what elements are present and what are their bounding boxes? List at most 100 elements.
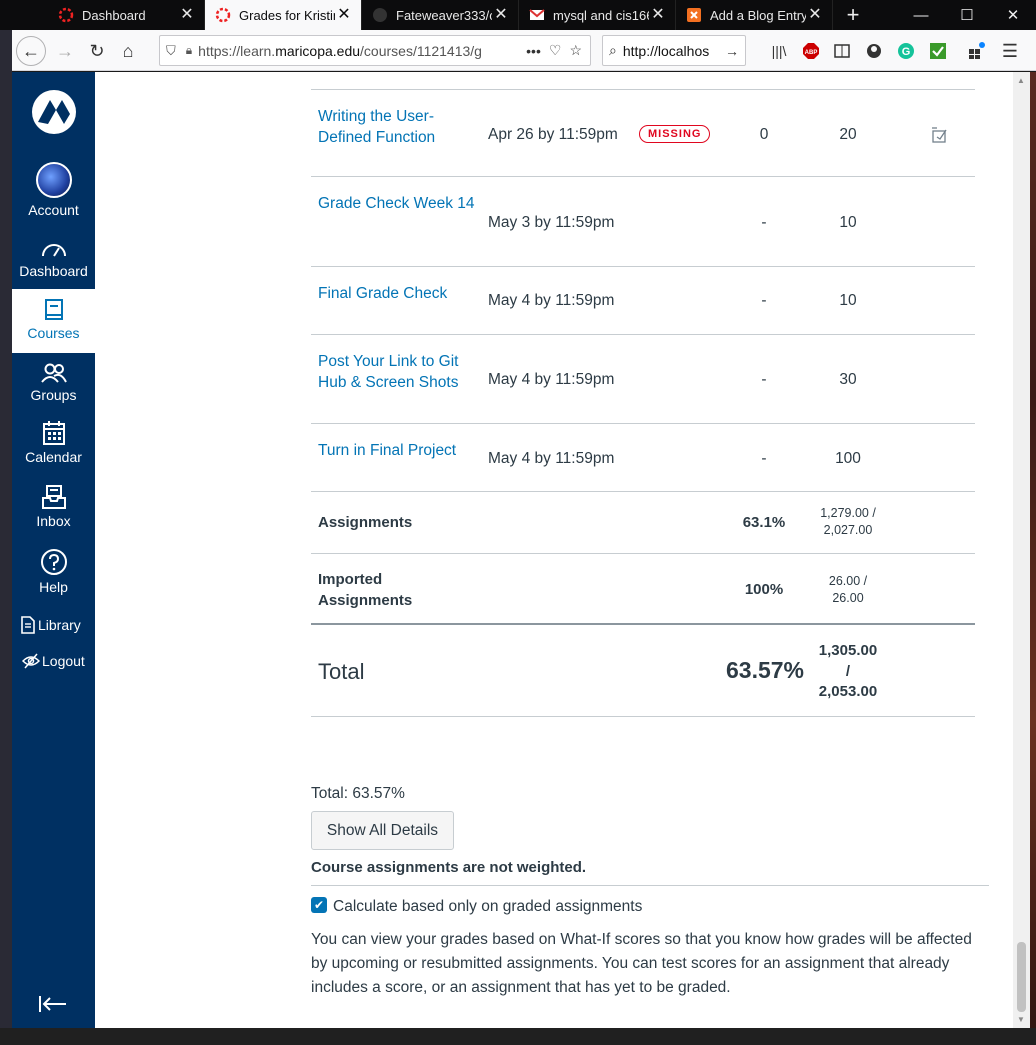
close-tab-icon[interactable]: ✕ xyxy=(335,7,353,23)
scroll-down-icon[interactable]: ▼ xyxy=(1017,1015,1025,1024)
total-points: 1,305.00 / 2,053.00 xyxy=(808,641,888,703)
browser-nav-bar: ← → ↻ ⌂ ⛉ 🔒︎ https://learn.maricopa.edu/… xyxy=(12,30,1036,71)
score[interactable]: - xyxy=(754,292,774,310)
nav-courses-label: Courses xyxy=(27,325,80,341)
assignment-link[interactable]: Writing the User-Defined Function xyxy=(318,106,478,148)
canvas-logo-icon xyxy=(58,7,74,23)
score[interactable]: - xyxy=(754,450,774,468)
tab-gmail[interactable]: mysql and cis166 ✕ xyxy=(519,0,676,30)
checkmark-extension-icon[interactable] xyxy=(923,36,953,66)
page-scrollbar[interactable]: ▲ ▼ xyxy=(1013,72,1030,1028)
home-icon[interactable]: ⌂ xyxy=(113,36,143,66)
desktop-left-strip xyxy=(0,0,12,1045)
account-circle-icon[interactable] xyxy=(859,36,889,66)
close-tab-icon[interactable]: ✕ xyxy=(806,7,824,23)
go-arrow-icon[interactable]: → xyxy=(725,43,739,59)
score[interactable]: 0 xyxy=(754,126,774,144)
assignment-link[interactable]: Turn in Final Project xyxy=(318,440,478,461)
assignment-link[interactable]: Final Grade Check xyxy=(318,283,478,304)
group-points: 26.00 / 26.00 xyxy=(808,573,888,607)
nav-groups-label: Groups xyxy=(30,387,77,403)
assignment-link[interactable]: Post Your Link to Git Hub & Screen Shots xyxy=(318,351,478,393)
close-window-icon[interactable]: ✕ xyxy=(990,0,1036,30)
group-points: 1,279.00 / 2,027.00 xyxy=(808,505,888,539)
nav-account-label: Account xyxy=(28,202,79,218)
search-input[interactable]: http://localhos xyxy=(623,43,719,59)
nav-inbox-label: Inbox xyxy=(36,513,71,529)
forward-button[interactable]: → xyxy=(50,36,80,66)
page-actions-icon[interactable]: ••• xyxy=(526,43,541,59)
bookmark-star-icon[interactable]: ☆ xyxy=(569,42,582,59)
graded-only-label[interactable]: Calculate based only on graded assignmen… xyxy=(333,898,642,916)
rubric-icon[interactable] xyxy=(931,126,949,149)
pocket-icon[interactable]: ♡ xyxy=(549,42,562,59)
adblock-icon[interactable]: ABP xyxy=(796,36,826,66)
tab-title: Grades for Kristin xyxy=(239,7,335,23)
nav-dashboard[interactable]: Dashboard xyxy=(12,238,95,288)
nav-library[interactable]: Library xyxy=(20,616,81,634)
search-bar[interactable]: ⌕ http://localhos → xyxy=(602,35,746,66)
nav-calendar[interactable]: Calendar xyxy=(12,420,95,472)
eye-slash-icon xyxy=(22,653,40,669)
back-button[interactable]: ← xyxy=(16,36,46,66)
nav-help[interactable]: Help xyxy=(12,548,95,600)
menu-icon[interactable]: ☰ xyxy=(995,36,1025,66)
score[interactable]: - xyxy=(754,214,774,232)
collapse-nav-icon[interactable] xyxy=(38,994,68,1019)
scroll-up-icon[interactable]: ▲ xyxy=(1017,76,1025,85)
nav-inbox[interactable]: Inbox xyxy=(12,484,95,536)
nav-help-label: Help xyxy=(39,579,68,595)
total-points-earned: 1,305.00 xyxy=(818,642,878,659)
url-bar[interactable]: ⛉ 🔒︎ https://learn.maricopa.edu/courses/… xyxy=(159,35,591,66)
assignment-link[interactable]: Grade Check Week 14 xyxy=(318,193,478,214)
gmail-icon xyxy=(529,7,545,23)
total-points-separator: / xyxy=(845,662,851,680)
show-all-details-button[interactable]: Show All Details xyxy=(311,811,454,850)
nav-account[interactable]: Account xyxy=(12,162,95,224)
group-points-possible: 26.00 xyxy=(832,591,864,605)
new-tab-button[interactable]: + xyxy=(833,0,873,30)
table-row: Grade Check Week 14 May 3 by 11:59pm - 1… xyxy=(311,177,975,267)
reload-icon[interactable]: ↻ xyxy=(82,36,112,66)
xampp-icon xyxy=(686,7,702,23)
total-percent: 63.57% xyxy=(725,657,804,683)
tab-title: Add a Blog Entry xyxy=(710,7,806,23)
reader-view-icon[interactable] xyxy=(827,36,857,66)
nav-groups[interactable]: Groups xyxy=(12,362,95,412)
url-text[interactable]: https://learn.maricopa.edu/courses/11214… xyxy=(198,43,518,59)
group-total-row: Assignments 63.1% 1,279.00 / 2,027.00 xyxy=(311,492,975,554)
nav-logout[interactable]: Logout xyxy=(22,653,85,669)
maximize-icon[interactable]: ☐ xyxy=(944,0,990,30)
tab-github[interactable]: Fateweaver333/ci ✕ xyxy=(362,0,519,30)
due-date: May 3 by 11:59pm xyxy=(488,214,615,231)
nav-library-label: Library xyxy=(38,617,81,633)
close-tab-icon[interactable]: ✕ xyxy=(492,7,510,23)
tab-dashboard[interactable]: Dashboard ✕ xyxy=(48,0,205,30)
groups-icon xyxy=(40,363,67,383)
svg-text:G: G xyxy=(902,46,911,58)
minimize-icon[interactable]: — xyxy=(898,0,944,30)
what-if-description: You can view your grades based on What-I… xyxy=(311,931,972,996)
close-tab-icon[interactable]: ✕ xyxy=(178,7,196,23)
extensions-icon[interactable] xyxy=(962,36,992,66)
tab-title: mysql and cis166 xyxy=(553,7,649,23)
scroll-thumb[interactable] xyxy=(1017,942,1026,1012)
group-percent: 100% xyxy=(744,581,784,598)
canvas-logo-icon[interactable] xyxy=(30,88,78,136)
dashboard-icon xyxy=(41,244,66,257)
grammarly-icon[interactable]: G xyxy=(891,36,921,66)
shield-icon[interactable]: ⛉ xyxy=(166,43,176,59)
close-tab-icon[interactable]: ✕ xyxy=(649,7,667,23)
global-navigation: Account Dashboard Courses Groups Calenda… xyxy=(12,72,95,1028)
tab-blog[interactable]: Add a Blog Entry ✕ xyxy=(676,0,833,30)
group-points-earned: 26.00 / xyxy=(828,574,868,588)
library-icon[interactable]: |||\ xyxy=(764,36,794,66)
nav-courses[interactable]: Courses xyxy=(12,289,95,353)
courses-icon xyxy=(44,299,63,320)
help-icon xyxy=(40,549,67,575)
graded-only-checkbox[interactable]: ✔ xyxy=(311,897,327,913)
score[interactable]: - xyxy=(754,371,774,389)
url-domain: maricopa.edu xyxy=(275,42,361,59)
lock-icon: 🔒︎ xyxy=(185,43,193,57)
tab-grades[interactable]: Grades for Kristin ✕ xyxy=(205,0,362,30)
